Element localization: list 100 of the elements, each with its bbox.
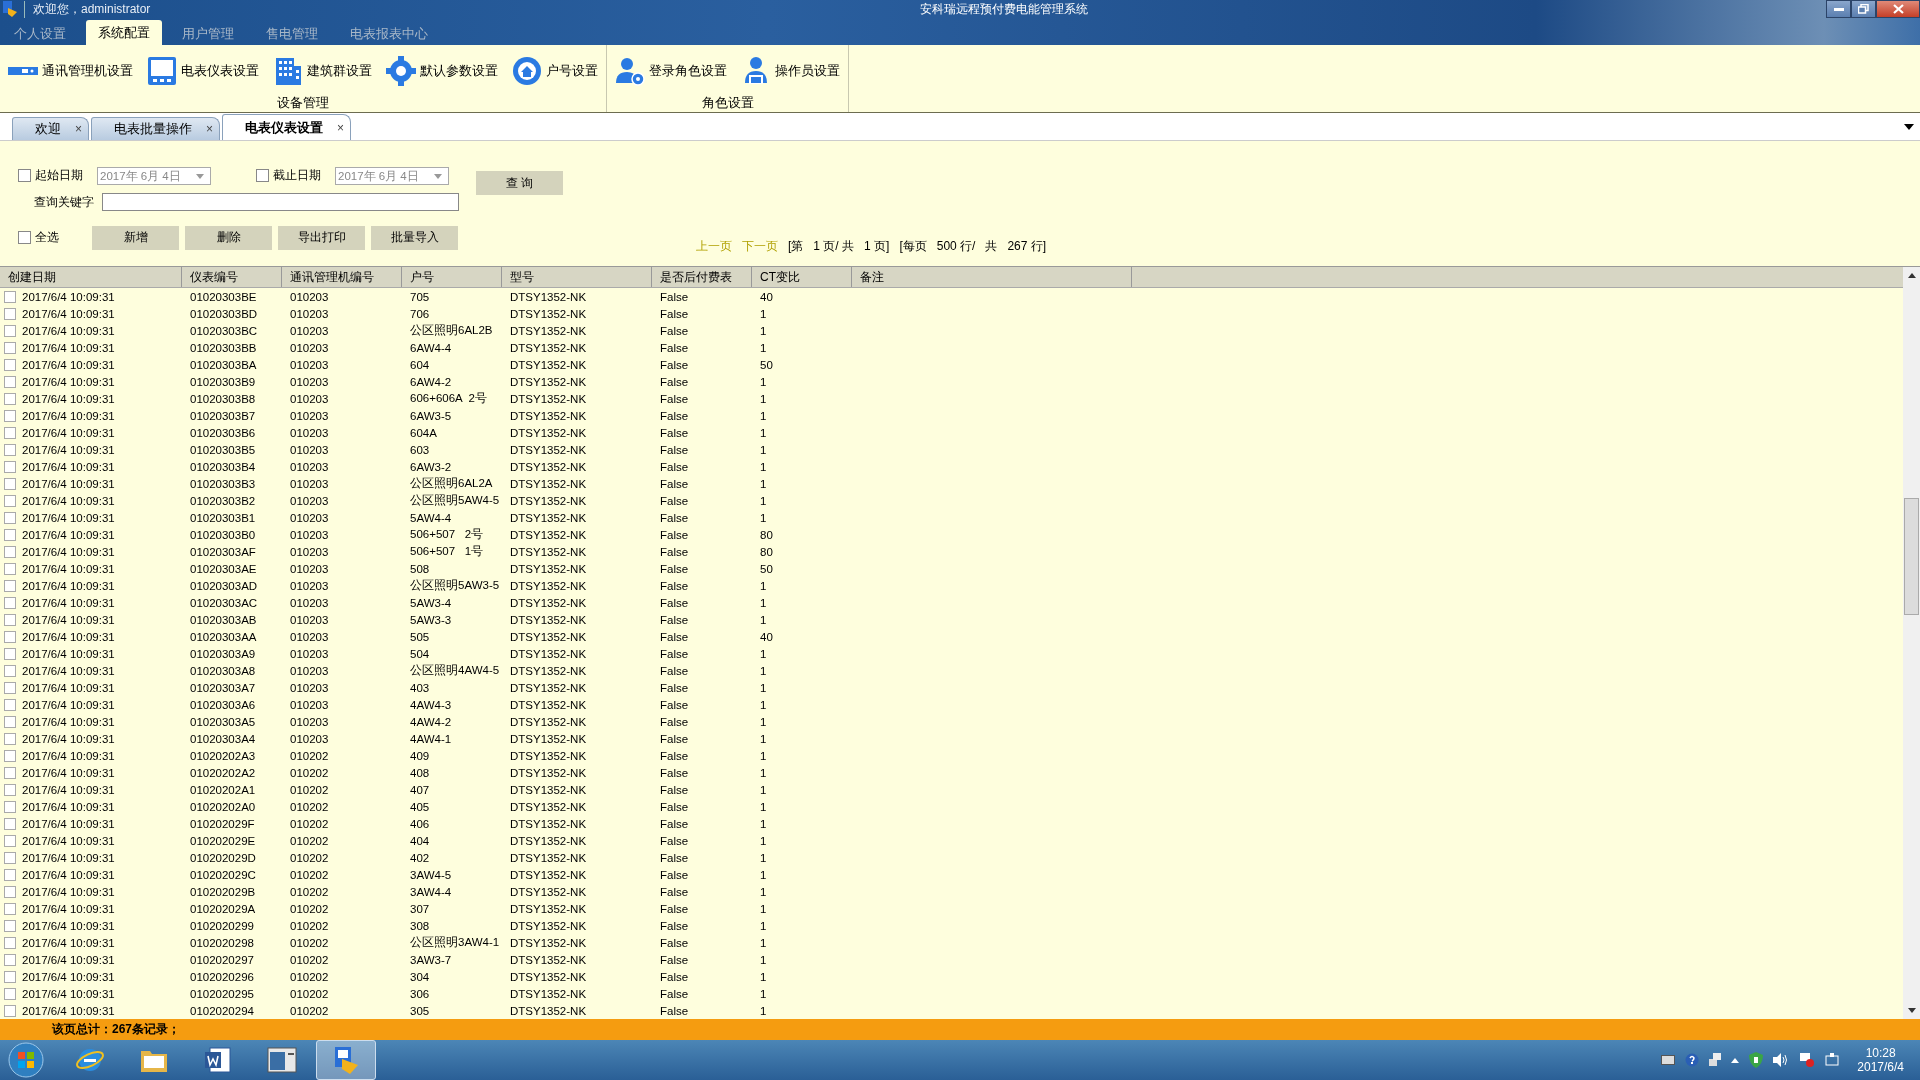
minimize-button[interactable] [1826, 0, 1851, 18]
scroll-up-icon[interactable] [1907, 273, 1916, 278]
row-checkbox[interactable] [4, 953, 16, 966]
row-checkbox[interactable] [4, 698, 16, 711]
tab-close[interactable]: × [337, 120, 345, 135]
taskbar-app[interactable] [316, 1040, 376, 1080]
volume-icon[interactable] [1773, 1053, 1790, 1067]
ribbon-button[interactable]: 建筑群设置 [269, 51, 376, 91]
table-cell: DTSY1352-NK [510, 426, 587, 439]
row-checkbox[interactable] [4, 358, 16, 371]
help-icon[interactable] [1685, 1053, 1700, 1067]
scroll-down-icon[interactable] [1907, 1008, 1916, 1013]
column-header[interactable]: 备注 [852, 267, 1132, 287]
start-date-picker[interactable]: 2017年 6月 4日 [97, 167, 211, 185]
table-cell: False [660, 681, 689, 694]
row-checkbox[interactable] [4, 664, 16, 677]
row-checkbox[interactable] [4, 477, 16, 490]
row-checkbox[interactable] [4, 868, 16, 881]
scroll-thumb[interactable] [1904, 498, 1919, 615]
ribbon-button[interactable]: 默认参数设置 [382, 51, 502, 91]
tab-close[interactable]: × [75, 122, 82, 136]
row-checkbox[interactable] [4, 324, 16, 337]
end-date-checkbox[interactable]: 截止日期 [256, 167, 321, 184]
row-checkbox[interactable] [4, 511, 16, 524]
column-header[interactable]: 仪表编号 [182, 267, 282, 287]
document-tab[interactable]: 电表仪表设置 × [222, 114, 352, 140]
scrollbar[interactable] [1903, 267, 1920, 1019]
shield-icon[interactable] [1749, 1052, 1764, 1068]
close-button[interactable] [1876, 0, 1920, 18]
row-checkbox[interactable] [4, 936, 16, 949]
menu-tab[interactable]: 电表报表中心 [338, 23, 440, 45]
column-header[interactable]: 是否后付费表 [652, 267, 752, 287]
ribbon-button[interactable]: 操作员设置 [737, 51, 844, 91]
checkbox[interactable] [18, 169, 31, 182]
checkbox[interactable] [18, 231, 31, 244]
action-button[interactable]: 新增 [92, 225, 179, 250]
row-checkbox[interactable] [4, 817, 16, 830]
end-date-picker[interactable]: 2017年 6月 4日 [335, 167, 449, 185]
document-tab[interactable]: 电表批量操作 × [91, 117, 221, 140]
row-checkbox[interactable] [4, 681, 16, 694]
row-checkbox[interactable] [4, 851, 16, 864]
row-checkbox[interactable] [4, 1004, 16, 1017]
row-checkbox[interactable] [4, 307, 16, 320]
menu-tab[interactable]: 售电管理 [254, 23, 330, 45]
menu-tab[interactable]: 系统配置 [86, 20, 162, 45]
select-all-checkbox[interactable]: 全选 [18, 229, 59, 246]
row-checkbox[interactable] [4, 902, 16, 915]
checkbox[interactable] [256, 169, 269, 182]
column-header[interactable]: 型号 [502, 267, 652, 287]
row-checkbox[interactable] [4, 443, 16, 456]
action-button[interactable]: 删除 [185, 225, 272, 250]
column-header[interactable]: 户号 [402, 267, 502, 287]
row-checkbox[interactable] [4, 766, 16, 779]
column-header[interactable]: 通讯管理机编号 [282, 267, 402, 287]
row-checkbox[interactable] [4, 800, 16, 813]
row-checkbox[interactable] [4, 375, 16, 388]
row-checkbox[interactable] [4, 290, 16, 303]
row-checkbox[interactable] [4, 494, 16, 507]
ribbon-button[interactable]: 通讯管理机设置 [4, 51, 137, 91]
action-button[interactable]: 批量导入 [371, 225, 458, 250]
row-checkbox[interactable] [4, 562, 16, 575]
ribbon-button[interactable]: 电表仪表设置 [143, 51, 263, 91]
row-checkbox[interactable] [4, 987, 16, 1000]
row-checkbox[interactable] [4, 528, 16, 541]
row-checkbox[interactable] [4, 596, 16, 609]
query-button[interactable]: 查 询 [476, 171, 563, 195]
column-header[interactable]: CT变比 [752, 267, 852, 287]
column-header[interactable]: 创建日期 [0, 267, 182, 287]
menu-tab[interactable]: 个人设置 [2, 23, 78, 45]
start-button[interactable] [8, 1042, 44, 1078]
row-checkbox[interactable] [4, 579, 16, 592]
row-checkbox[interactable] [4, 613, 16, 626]
row-checkbox[interactable] [4, 341, 16, 354]
tab-close[interactable]: × [206, 122, 214, 136]
row-checkbox[interactable] [4, 426, 16, 439]
row-checkbox[interactable] [4, 630, 16, 643]
row-checkbox[interactable] [4, 834, 16, 847]
row-checkbox[interactable] [4, 749, 16, 762]
row-checkbox[interactable] [4, 919, 16, 932]
action-button[interactable]: 导出打印 [278, 225, 365, 250]
row-checkbox[interactable] [4, 783, 16, 796]
row-checkbox[interactable] [4, 545, 16, 558]
row-checkbox[interactable] [4, 885, 16, 898]
keyword-field[interactable] [102, 193, 459, 211]
keyboard-icon[interactable] [1661, 1055, 1676, 1065]
restore-button[interactable] [1851, 0, 1876, 18]
start-date-checkbox[interactable]: 起始日期 [18, 167, 83, 184]
row-checkbox[interactable] [4, 647, 16, 660]
row-checkbox[interactable] [4, 409, 16, 422]
ribbon-button[interactable]: 登录角色设置 [611, 51, 731, 91]
row-checkbox[interactable] [4, 732, 16, 745]
row-checkbox[interactable] [4, 460, 16, 473]
ribbon-button[interactable]: 户号设置 [508, 51, 602, 91]
row-checkbox[interactable] [4, 392, 16, 405]
document-tab[interactable]: 欢迎 × [12, 117, 89, 140]
expand-tray-icon[interactable] [1731, 1057, 1740, 1063]
dropdown-arrow-icon[interactable] [1904, 124, 1914, 130]
menu-tab[interactable]: 用户管理 [170, 23, 246, 45]
row-checkbox[interactable] [4, 970, 16, 983]
row-checkbox[interactable] [4, 715, 16, 728]
